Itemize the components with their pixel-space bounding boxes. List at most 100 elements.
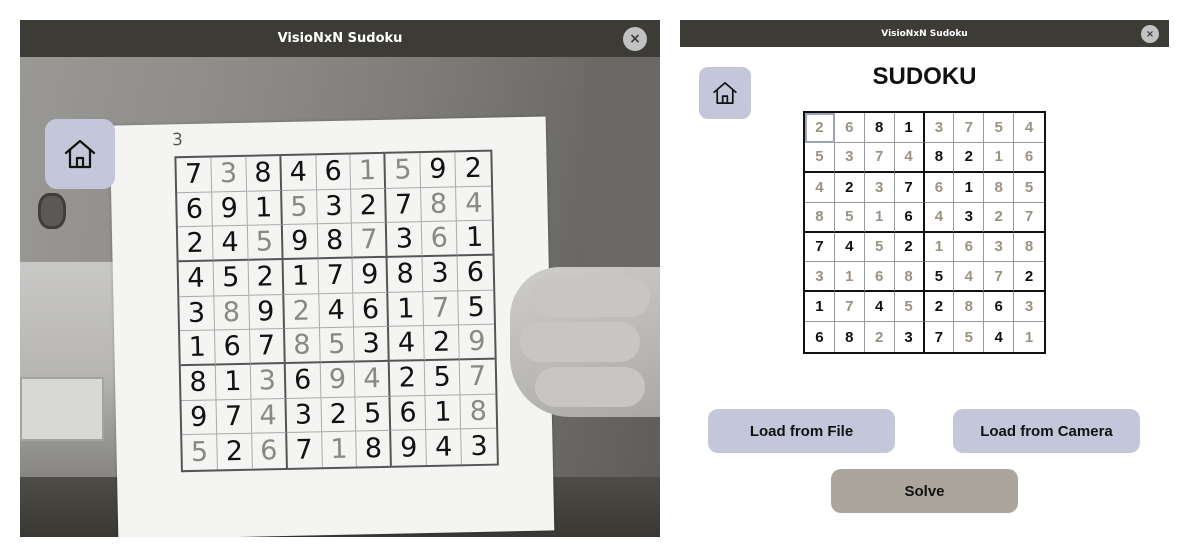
sudoku-cell[interactable]: 7: [954, 113, 985, 143]
sudoku-cell[interactable]: 4: [984, 322, 1015, 352]
photo-cell: 3: [179, 296, 215, 332]
sudoku-cell[interactable]: 6: [805, 322, 835, 352]
photo-cell: 9: [282, 224, 319, 261]
sudoku-cell[interactable]: 3: [924, 113, 955, 143]
sudoku-cell[interactable]: 2: [834, 172, 865, 203]
sudoku-cell[interactable]: 7: [1014, 203, 1044, 233]
sudoku-cell[interactable]: 7: [834, 292, 865, 323]
sudoku-cell[interactable]: 4: [924, 202, 955, 233]
sudoku-cell[interactable]: 5: [954, 322, 985, 352]
load-from-file-button[interactable]: Load from File: [708, 409, 895, 453]
sudoku-cell[interactable]: 1: [984, 142, 1015, 173]
sudoku-cell[interactable]: 7: [925, 322, 955, 352]
sudoku-cell[interactable]: 5: [984, 113, 1015, 143]
sudoku-cell[interactable]: 1: [805, 292, 835, 323]
sudoku-cell[interactable]: 2: [954, 142, 985, 173]
sudoku-cell[interactable]: 8: [835, 322, 865, 352]
sudoku-cell[interactable]: 4: [954, 262, 985, 293]
close-icon: ×: [1145, 28, 1155, 40]
sudoku-cell[interactable]: 2: [924, 292, 955, 323]
app-window-close-button[interactable]: ×: [1141, 25, 1159, 43]
sudoku-cell[interactable]: 1: [924, 232, 955, 263]
sudoku-cell[interactable]: 6: [1014, 143, 1044, 173]
sudoku-cell[interactable]: 2: [865, 322, 895, 352]
sudoku-cell[interactable]: 5: [805, 142, 835, 173]
sudoku-cell[interactable]: 7: [864, 142, 895, 173]
sudoku-cell[interactable]: 1: [834, 262, 865, 293]
sudoku-cell[interactable]: 5: [924, 262, 955, 293]
sudoku-cell[interactable]: 2: [1014, 262, 1044, 293]
photo-cell: 9: [212, 191, 248, 227]
photo-sudoku-grid: 7384615926915327842459873614521798363892…: [174, 149, 499, 473]
sudoku-cell[interactable]: 5: [894, 292, 925, 323]
sudoku-cell[interactable]: 6: [954, 232, 985, 263]
photo-cell: 7: [176, 157, 213, 193]
load-from-camera-button[interactable]: Load from Camera: [953, 409, 1140, 453]
photo-cell: 9: [352, 257, 389, 294]
sudoku-cell[interactable]: 1: [864, 202, 895, 233]
sudoku-cell[interactable]: 6: [984, 292, 1015, 323]
sudoku-cell[interactable]: 3: [805, 262, 835, 293]
sudoku-cell[interactable]: 6: [834, 113, 865, 143]
sudoku-cell[interactable]: 3: [895, 322, 925, 352]
sudoku-cell[interactable]: 2: [894, 232, 925, 263]
photo-cell: 5: [424, 360, 461, 396]
sudoku-cell[interactable]: 4: [1014, 113, 1044, 143]
camera-feed: 3 73846159269153278424598736145217983638…: [20, 57, 660, 537]
photo-cell: 5: [385, 153, 422, 189]
sudoku-cell[interactable]: 8: [984, 172, 1015, 203]
photo-cell: 6: [390, 395, 427, 432]
photo-cell: 3: [286, 397, 322, 434]
photo-cell: 4: [389, 326, 425, 362]
camera-window-title: VisioNxN Sudoku: [277, 31, 403, 46]
sudoku-cell[interactable]: 3: [1014, 292, 1044, 323]
sudoku-cell[interactable]: 8: [894, 262, 925, 293]
sudoku-cell[interactable]: 4: [864, 292, 895, 323]
sudoku-cell[interactable]: 6: [894, 202, 925, 233]
photo-cell: 2: [424, 325, 460, 362]
sudoku-cell[interactable]: 1: [894, 113, 925, 143]
sudoku-cell[interactable]: 4: [805, 172, 835, 203]
photo-cell: 9: [459, 324, 495, 361]
photo-cell: 7: [216, 399, 252, 435]
home-icon: [64, 139, 96, 169]
photo-cell: 6: [177, 192, 213, 228]
photo-cell: 4: [426, 429, 462, 466]
sudoku-cell[interactable]: 2: [805, 113, 835, 143]
sudoku-cell[interactable]: 3: [864, 172, 895, 203]
photo-cell: 3: [354, 327, 391, 363]
sudoku-cell[interactable]: 7: [805, 232, 835, 263]
photo-cell: 5: [458, 290, 494, 326]
sudoku-cell[interactable]: 6: [924, 172, 955, 203]
sudoku-cell[interactable]: 8: [954, 292, 985, 323]
sudoku-cell[interactable]: 5: [864, 232, 895, 263]
sudoku-cell[interactable]: 4: [894, 142, 925, 173]
sudoku-cell[interactable]: 3: [984, 232, 1015, 263]
sudoku-cell[interactable]: 8: [805, 202, 835, 233]
sudoku-cell[interactable]: 2: [984, 202, 1015, 233]
photo-cell: 5: [319, 327, 356, 364]
sudoku-cell[interactable]: 1: [1014, 322, 1044, 352]
sudoku-cell[interactable]: 8: [924, 142, 955, 173]
background-knob: [38, 193, 66, 229]
sudoku-cell[interactable]: 3: [954, 202, 985, 233]
sudoku-cell[interactable]: 8: [864, 113, 895, 143]
photo-cell: 2: [321, 397, 357, 433]
sudoku-cell[interactable]: 7: [894, 172, 925, 203]
photo-cell: 4: [178, 261, 215, 297]
photo-cell: 5: [355, 396, 392, 432]
camera-window-close-button[interactable]: ×: [623, 27, 647, 51]
photo-cell: 3: [422, 256, 459, 292]
sudoku-cell[interactable]: 5: [1014, 173, 1044, 203]
photo-cell: 7: [318, 258, 354, 294]
sudoku-cell[interactable]: 5: [834, 202, 865, 233]
sudoku-cell[interactable]: 4: [834, 232, 865, 263]
sudoku-cell[interactable]: 6: [864, 262, 895, 293]
sudoku-cell[interactable]: 3: [834, 142, 865, 173]
sudoku-cell[interactable]: 1: [954, 172, 985, 203]
sudoku-cell[interactable]: 7: [984, 262, 1015, 293]
camera-home-button[interactable]: [45, 119, 115, 189]
solve-button[interactable]: Solve: [831, 469, 1018, 513]
photo-cell: 5: [213, 260, 250, 297]
sudoku-cell[interactable]: 8: [1014, 233, 1044, 263]
